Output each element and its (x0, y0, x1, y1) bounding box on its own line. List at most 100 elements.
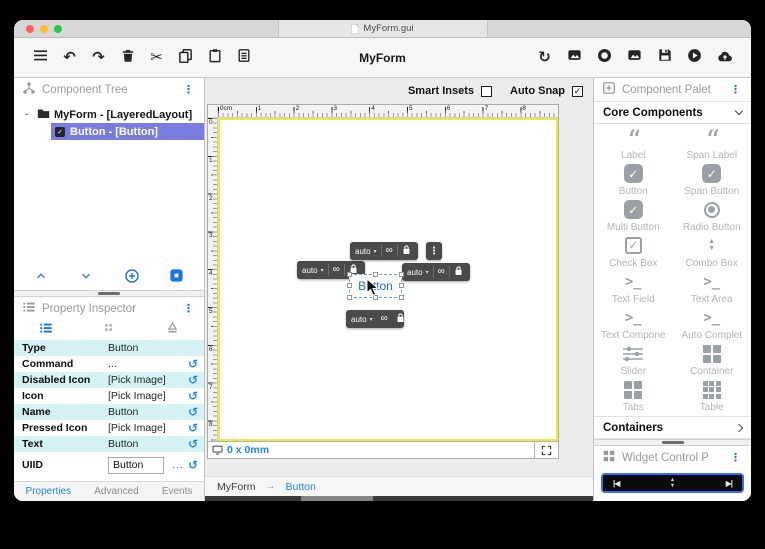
property-value[interactable]: Button (108, 406, 184, 418)
resize-handle[interactable] (347, 283, 352, 288)
section-containers[interactable]: Containers (594, 416, 751, 439)
add-component-button[interactable] (123, 268, 141, 287)
reset-property-button[interactable]: ↺ (188, 437, 198, 451)
tree-item-button-button[interactable]: ✓ Button - [Button] (51, 123, 204, 140)
property-value[interactable]: [Pick Image] (108, 374, 184, 386)
palette-item-span-label[interactable]: “Span Label (673, 126, 752, 162)
tab-events[interactable]: Events (162, 486, 193, 497)
design-surface[interactable]: auto▾∞auto▾∞auto▾∞auto▾∞⋮Button (218, 118, 558, 441)
property-row-name[interactable]: Name Button ↺ (14, 404, 204, 420)
resize-handle[interactable] (347, 272, 352, 277)
minimize-window-button[interactable] (40, 24, 48, 33)
style-view-tab[interactable] (163, 321, 181, 339)
expand-button[interactable] (77, 269, 95, 287)
collapse-toggle-icon[interactable]: - (25, 109, 33, 120)
constraint-menu-button[interactable]: ⋮ (426, 242, 442, 260)
infinity-button[interactable]: ∞ (333, 265, 340, 275)
reset-property-button[interactable]: ↺ (188, 357, 198, 371)
property-row-icon[interactable]: Icon [Pick Image] ↺ (14, 388, 204, 404)
palette-item-combo-box[interactable]: ▲ ▼ Combo Box (673, 234, 752, 270)
menu-button[interactable] (30, 47, 51, 68)
widget-menu-button[interactable]: ⋮ (728, 451, 743, 464)
skip-back-button[interactable]: |◀ (613, 479, 620, 488)
spin-up-button[interactable]: ▲ (670, 477, 675, 483)
palette-item-text-area[interactable]: >_ Text Area (673, 270, 752, 306)
skip-forward-button[interactable]: ▶| (726, 479, 733, 488)
grid-view-tab[interactable] (100, 321, 118, 339)
constraint-bottom-dropdown[interactable]: auto ▾ (351, 315, 373, 324)
fullscreen-button[interactable] (534, 442, 558, 458)
property-value[interactable]: [Pick Image] (108, 390, 184, 402)
undo-button[interactable]: ↶ (59, 47, 80, 68)
palette-item-auto-complet[interactable]: >_ Auto Complet (673, 306, 752, 342)
reset-property-button[interactable]: ↺ (188, 405, 198, 419)
palette-item-tabs[interactable]: Tabs (594, 378, 673, 414)
auto-snap-checkbox[interactable]: ✓ (572, 85, 583, 97)
smart-insets-checkbox[interactable] (481, 85, 492, 97)
property-value[interactable]: Button (108, 342, 198, 354)
tab-properties[interactable]: Properties (26, 486, 72, 497)
palette-item-table[interactable]: Table (673, 378, 752, 414)
horizontal-scrollbar[interactable] (205, 496, 593, 501)
panel-splitter[interactable] (14, 290, 204, 297)
property-row-disabled-icon[interactable]: Disabled Icon [Pick Image] ↺ (14, 372, 204, 388)
breadcrumb-button[interactable]: Button (286, 481, 316, 493)
scrollbar-thumb[interactable] (301, 496, 373, 501)
resize-handle[interactable] (347, 295, 352, 300)
reset-property-button[interactable]: ↺ (188, 458, 198, 472)
infinity-button[interactable]: ∞ (386, 246, 393, 256)
reset-property-button[interactable]: ↺ (188, 373, 198, 387)
spin-down-button[interactable]: ▼ (670, 483, 675, 489)
section-core-components[interactable]: Core Components (594, 101, 751, 124)
tab-advanced[interactable]: Advanced (94, 486, 138, 497)
resize-handle[interactable] (372, 272, 378, 277)
record-button[interactable] (594, 47, 615, 68)
tree-menu-button[interactable]: ⋮ (181, 83, 196, 96)
resize-handle[interactable] (399, 295, 404, 300)
image-button[interactable] (624, 47, 645, 68)
redo-button[interactable]: ↷ (88, 47, 109, 68)
property-row-uiid[interactable]: UIID Button... ↺ (14, 452, 204, 478)
palette-item-container[interactable]: Container (673, 342, 752, 378)
list-view-tab[interactable] (37, 321, 55, 339)
reset-property-button[interactable]: ↺ (188, 389, 198, 403)
close-window-button[interactable] (26, 24, 34, 33)
property-value[interactable]: [Pick Image] (108, 422, 184, 434)
palette-item-radio-button[interactable]: Radio Button (673, 198, 752, 234)
tree-item-myform-layeredlayout[interactable]: - MyForm - [LayeredLayout] (14, 106, 204, 123)
infinity-button[interactable]: ∞ (438, 267, 445, 277)
palette-item-multi-button[interactable]: ✓ Multi Button (594, 198, 673, 234)
palette-item-text-compone[interactable]: >_ Text Compone (594, 306, 673, 342)
zoom-window-button[interactable] (54, 24, 62, 33)
document-tab[interactable]: MyForm.gui (277, 20, 488, 37)
property-row-type[interactable]: Type Button (14, 340, 204, 356)
lock-icon[interactable] (396, 310, 405, 328)
widget-mode-button[interactable] (168, 269, 186, 287)
palette-item-text-field[interactable]: >_ Text Field (594, 270, 673, 306)
document-button[interactable] (233, 47, 254, 68)
collapse-button[interactable] (32, 269, 50, 287)
save-button[interactable] (654, 47, 675, 68)
property-value[interactable]: ... (108, 358, 184, 370)
trash-button[interactable] (117, 47, 138, 68)
palette-item-span-button[interactable]: ✓ Span Button (673, 162, 752, 198)
lock-icon[interactable] (402, 242, 411, 260)
property-value[interactable]: Button (108, 438, 184, 450)
reset-property-button[interactable]: ↺ (188, 421, 198, 435)
property-row-pressed-icon[interactable]: Pressed Icon [Pick Image] ↺ (14, 420, 204, 436)
property-row-command[interactable]: Command... ↺ (14, 356, 204, 372)
screenshot-button[interactable] (564, 47, 585, 68)
constraint-top-dropdown[interactable]: auto ▾ (355, 247, 377, 256)
uiid-more-button[interactable]: ... (172, 459, 184, 471)
copy-button[interactable] (175, 47, 196, 68)
palette-item-button[interactable]: ✓ Button (594, 162, 673, 198)
resize-handle[interactable] (399, 283, 404, 288)
uiid-input[interactable]: Button (108, 456, 165, 474)
run-button[interactable] (684, 47, 705, 68)
resize-handle[interactable] (399, 272, 404, 277)
constraint-left-dropdown[interactable]: auto ▾ (302, 266, 324, 275)
cut-button[interactable]: ✂ (146, 47, 167, 68)
breadcrumb-myform[interactable]: MyForm (217, 481, 256, 493)
constraint-right-dropdown[interactable]: auto ▾ (407, 268, 429, 277)
property-row-text[interactable]: Text Button ↺ (14, 436, 204, 452)
